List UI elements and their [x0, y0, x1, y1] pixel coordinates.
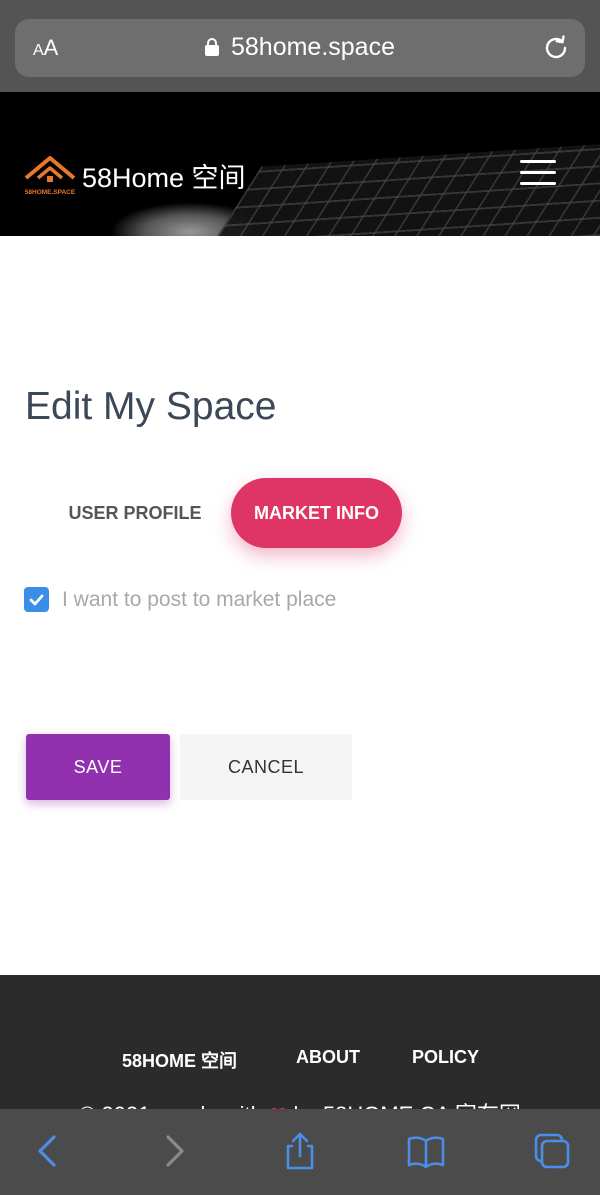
- bookmarks-icon[interactable]: [406, 1131, 446, 1171]
- post-to-market-checkbox[interactable]: [24, 587, 49, 612]
- share-icon[interactable]: [280, 1131, 320, 1171]
- browser-toolbar: [0, 1109, 600, 1195]
- site-header: 58HOME.SPACE 58Home 空间: [0, 92, 600, 236]
- lock-icon: [204, 38, 219, 56]
- forward-icon[interactable]: [154, 1131, 194, 1171]
- page-title: Edit My Space: [25, 385, 277, 428]
- browser-address-bar-container: AA 58home.space: [0, 0, 600, 92]
- footer-link-about[interactable]: ABOUT: [296, 1047, 360, 1068]
- post-to-market-label[interactable]: I want to post to market place: [62, 588, 336, 612]
- address-bar[interactable]: AA 58home.space: [15, 19, 585, 77]
- back-icon[interactable]: [28, 1131, 68, 1171]
- cancel-button[interactable]: CANCEL: [180, 734, 352, 800]
- house-logo-icon[interactable]: 58HOME.SPACE: [24, 154, 76, 198]
- tabs-icon[interactable]: [532, 1131, 572, 1171]
- svg-text:58HOME.SPACE: 58HOME.SPACE: [25, 189, 76, 196]
- site-brand[interactable]: 58Home 空间: [82, 156, 246, 195]
- tab-market-info[interactable]: MARKET INFO: [231, 478, 402, 548]
- hamburger-menu-icon[interactable]: [520, 160, 556, 186]
- footer-link-home[interactable]: 58HOME 空间: [122, 1047, 237, 1073]
- url-text: 58home.space: [230, 33, 395, 61]
- checkmark-icon: [29, 594, 44, 606]
- reload-icon[interactable]: [541, 33, 571, 63]
- url-display[interactable]: 58home.space: [15, 33, 585, 62]
- tab-user-profile[interactable]: USER PROFILE: [60, 478, 210, 548]
- save-button[interactable]: SAVE: [26, 734, 170, 800]
- footer-link-policy[interactable]: POLICY: [412, 1047, 479, 1068]
